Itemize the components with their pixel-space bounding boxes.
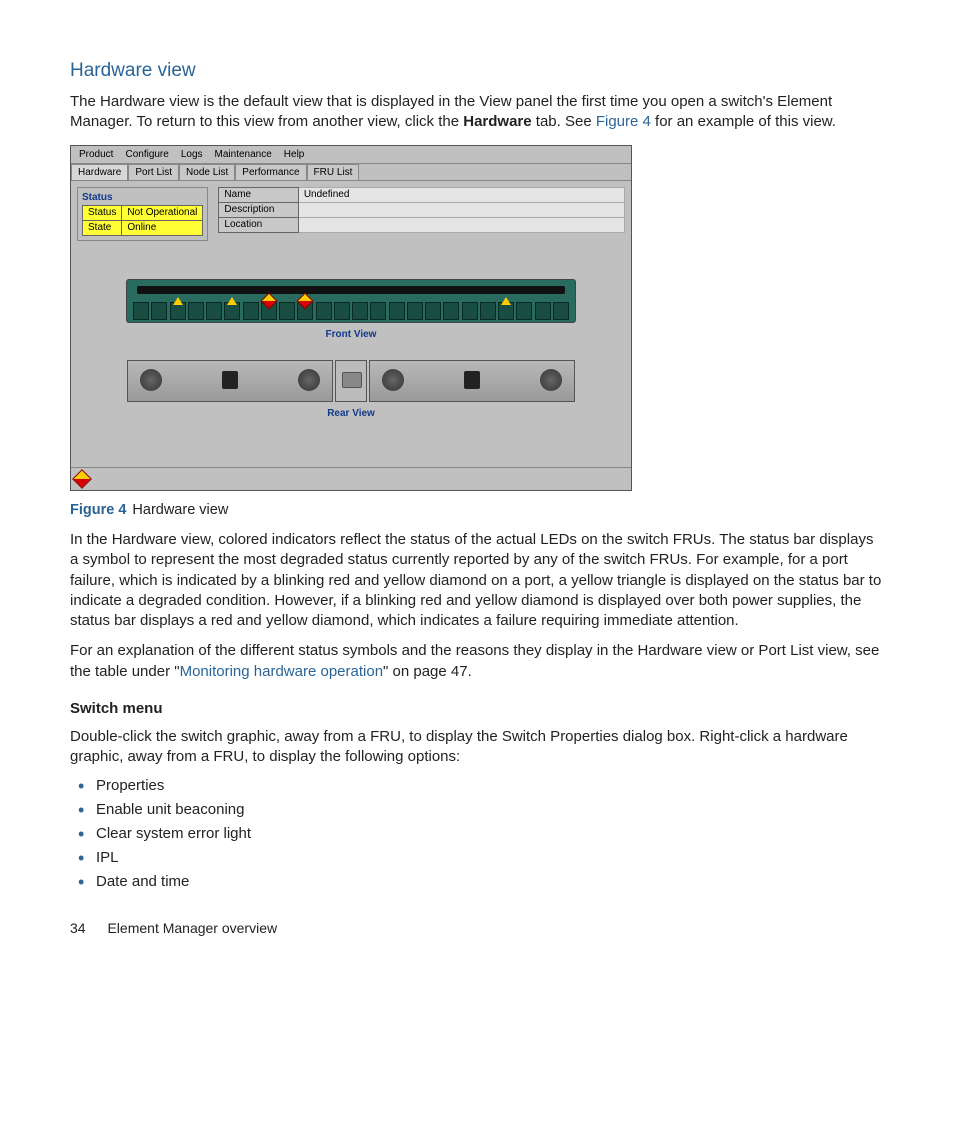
port-icon[interactable] — [425, 302, 441, 320]
rear-view: Rear View — [77, 360, 625, 419]
psu-module[interactable] — [369, 360, 575, 402]
port-icon[interactable] — [151, 302, 167, 320]
para3-b: " on page 47. — [383, 663, 472, 680]
menu-configure[interactable]: Configure — [119, 147, 174, 162]
menubar: Product Configure Logs Maintenance Help — [71, 146, 631, 164]
page-number: 34 — [70, 920, 86, 936]
intro-text-b: tab. See — [532, 113, 596, 130]
paragraph-3: For an explanation of the different stat… — [70, 641, 884, 682]
info-key-0: Name — [219, 187, 298, 202]
tab-hardware[interactable]: Hardware — [71, 164, 128, 180]
info-val-2 — [298, 217, 624, 232]
paragraph-2: In the Hardware view, colored indicators… — [70, 530, 884, 631]
port-icon[interactable] — [261, 302, 277, 320]
list-item: Clear system error light — [96, 825, 884, 842]
front-view-label: Front View — [77, 329, 625, 340]
status-title: Status — [82, 192, 203, 203]
figure-caption: Figure 4 Hardware view — [70, 501, 884, 521]
panel: Status Status Not Operational State Onli… — [71, 181, 631, 467]
info-val-1 — [298, 202, 624, 217]
intro-paragraph: The Hardware view is the default view th… — [70, 92, 884, 133]
tab-fru-list[interactable]: FRU List — [307, 164, 360, 180]
info-key-1: Description — [219, 202, 298, 217]
port-icon[interactable] — [279, 302, 295, 320]
switch-menu-heading: Switch menu — [70, 700, 884, 717]
port-icon[interactable] — [243, 302, 259, 320]
status-val-1: Online — [122, 220, 203, 235]
figure-link[interactable]: Figure 4 — [596, 113, 651, 130]
list-item: Enable unit beaconing — [96, 801, 884, 818]
info-table: Name Undefined Description Location — [218, 187, 625, 233]
port-icon[interactable] — [535, 302, 551, 320]
port-icon[interactable] — [480, 302, 496, 320]
port-icon[interactable] — [407, 302, 423, 320]
port-icon[interactable] — [133, 302, 149, 320]
page-footer: 34 Element Manager overview — [70, 920, 884, 936]
menu-help[interactable]: Help — [278, 147, 311, 162]
info-key-2: Location — [219, 217, 298, 232]
menu-logs[interactable]: Logs — [175, 147, 209, 162]
hardware-view-screenshot: Product Configure Logs Maintenance Help … — [70, 145, 632, 491]
menu-maintenance[interactable]: Maintenance — [209, 147, 278, 162]
paragraph-4: Double-click the switch graphic, away fr… — [70, 727, 884, 768]
hardware-bold: Hardware — [463, 113, 531, 130]
intro-text-c: for an example of this view. — [651, 113, 836, 130]
monitoring-link[interactable]: Monitoring hardware operation — [180, 663, 383, 680]
figure-label: Figure 4 — [70, 502, 126, 518]
figure-text: Hardware view — [132, 502, 228, 518]
section-heading: Hardware view — [70, 60, 884, 82]
status-key-0: Status — [83, 205, 122, 220]
rear-view-label: Rear View — [77, 408, 625, 419]
port-icon[interactable] — [170, 302, 186, 320]
status-box: Status Status Not Operational State Onli… — [77, 187, 208, 241]
list-item: Date and time — [96, 873, 884, 890]
port-icon[interactable] — [334, 302, 350, 320]
status-key-1: State — [83, 220, 122, 235]
tab-performance[interactable]: Performance — [235, 164, 306, 180]
port-icon[interactable] — [553, 302, 569, 320]
status-val-0: Not Operational — [122, 205, 203, 220]
tabbar: Hardware Port List Node List Performance… — [71, 164, 631, 181]
status-table: Status Not Operational State Online — [82, 205, 203, 236]
connector-module[interactable] — [335, 360, 367, 402]
status-bar — [71, 467, 631, 490]
tab-port-list[interactable]: Port List — [128, 164, 179, 180]
list-item: Properties — [96, 777, 884, 794]
status-diamond-icon — [72, 469, 92, 489]
port-icon[interactable] — [516, 302, 532, 320]
switch-front-graphic[interactable] — [126, 279, 576, 323]
port-icon[interactable] — [224, 302, 240, 320]
psu-module[interactable] — [127, 360, 333, 402]
info-val-0: Undefined — [298, 187, 624, 202]
port-icon[interactable] — [370, 302, 386, 320]
options-list: Properties Enable unit beaconing Clear s… — [70, 777, 884, 890]
tab-node-list[interactable]: Node List — [179, 164, 235, 180]
menu-product[interactable]: Product — [73, 147, 119, 162]
port-icon[interactable] — [352, 302, 368, 320]
port-icon[interactable] — [462, 302, 478, 320]
port-icon[interactable] — [188, 302, 204, 320]
footer-text: Element Manager overview — [107, 920, 277, 936]
port-icon[interactable] — [297, 302, 313, 320]
port-icon[interactable] — [443, 302, 459, 320]
front-view: Front View — [77, 279, 625, 340]
port-icon[interactable] — [316, 302, 332, 320]
port-icon[interactable] — [206, 302, 222, 320]
port-icon[interactable] — [389, 302, 405, 320]
switch-rear-graphic[interactable] — [127, 360, 575, 402]
port-icon[interactable] — [498, 302, 514, 320]
list-item: IPL — [96, 849, 884, 866]
